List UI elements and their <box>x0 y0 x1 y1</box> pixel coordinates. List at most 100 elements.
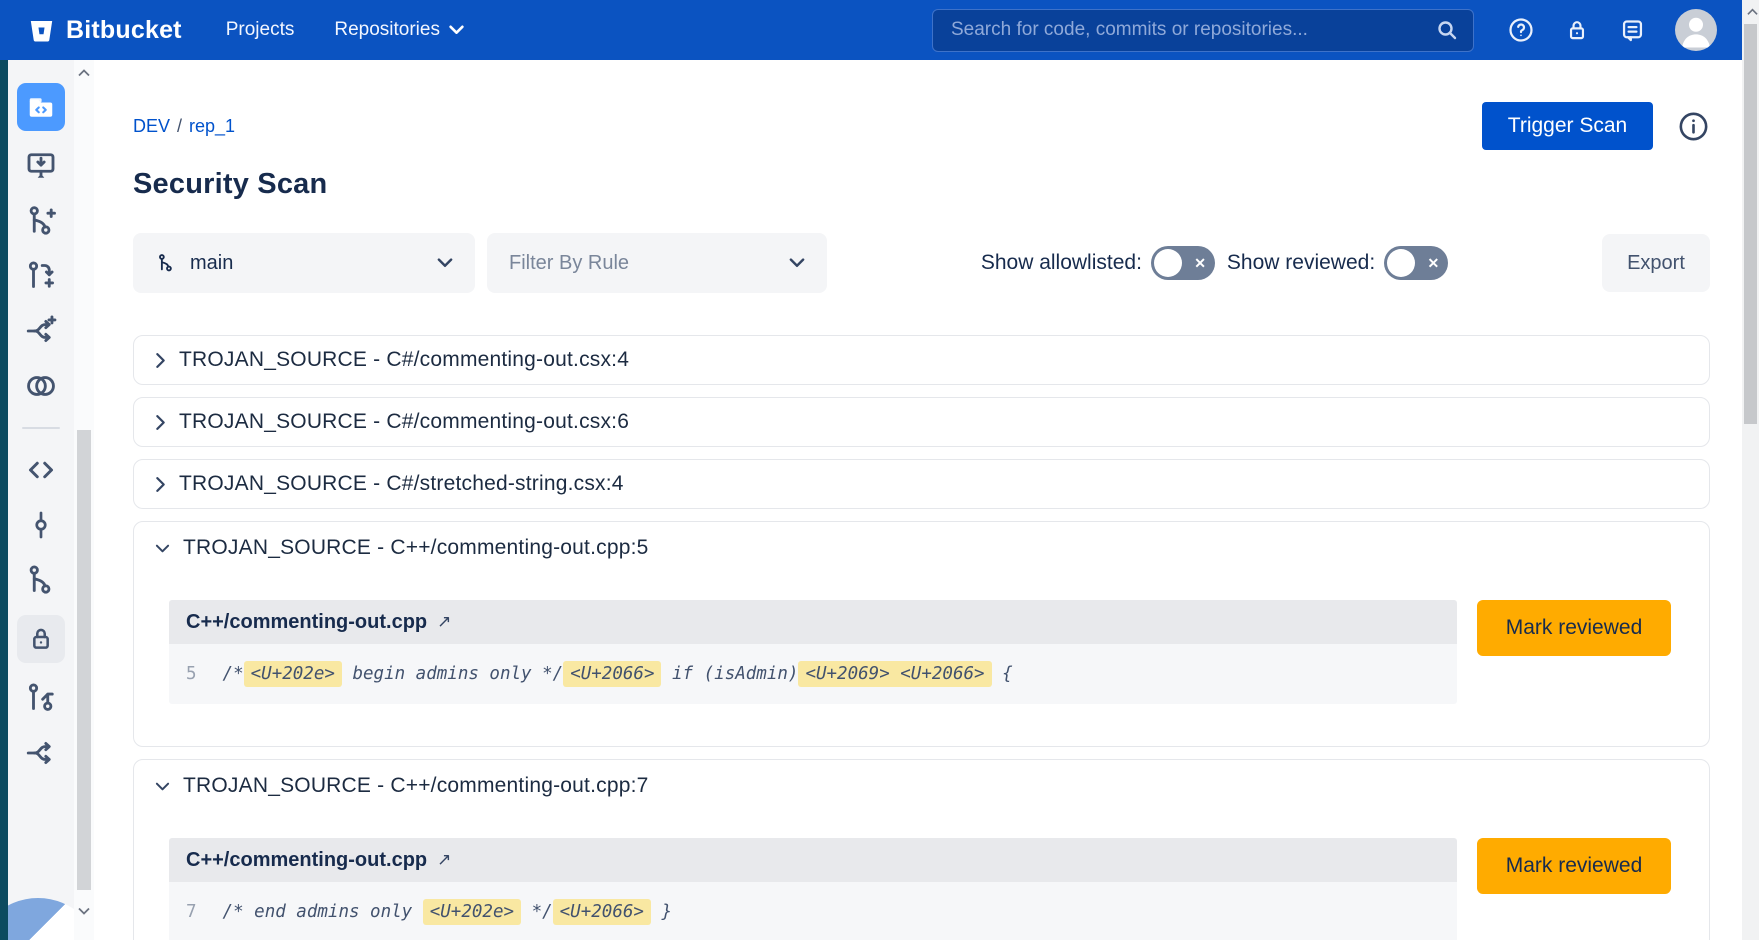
chevron-right-icon <box>155 352 166 369</box>
breadcrumb-separator: / <box>177 116 182 136</box>
code-text: /* <box>223 664 244 684</box>
toggle-knob <box>1154 249 1182 277</box>
code-text: { <box>992 664 1013 684</box>
unicode-token-highlight: <U+2066> <box>563 661 661 687</box>
sidebar-item-clone[interactable] <box>21 146 61 186</box>
finding-row: TROJAN_SOURCE - C#/stretched-string.csx:… <box>133 459 1710 509</box>
main-content: DEV/rep_1 Trigger Scan Security Scan mai… <box>94 60 1742 940</box>
branches-icon <box>23 562 59 598</box>
breadcrumb-repo-link[interactable]: rep_1 <box>189 116 235 136</box>
file-bar: C++/commenting-out.cpp ↗ <box>169 838 1457 882</box>
finding-title: TROJAN_SOURCE - C++/commenting-out.cpp:7 <box>183 774 649 798</box>
user-avatar[interactable] <box>1675 9 1717 51</box>
file-name: C++/commenting-out.cpp <box>186 611 427 634</box>
branch-select[interactable]: main <box>133 233 475 293</box>
chevron-down-icon <box>155 543 170 554</box>
finding-row-expanded: TROJAN_SOURCE - C++/commenting-out.cpp:7… <box>133 759 1710 940</box>
finding-header[interactable]: TROJAN_SOURCE - C#/stretched-string.csx:… <box>134 460 1709 508</box>
sidebar-item-pull-requests[interactable] <box>21 678 61 718</box>
source-code-icon <box>23 452 59 488</box>
sidebar-scrollbar[interactable] <box>74 60 94 940</box>
mark-reviewed-button[interactable]: Mark reviewed <box>1477 838 1671 894</box>
show-allowlisted-label: Show allowlisted: <box>981 251 1142 275</box>
rule-filter-select[interactable]: Filter By Rule <box>487 233 827 293</box>
branch-icon <box>155 252 177 274</box>
commits-icon <box>24 508 58 542</box>
file-link[interactable]: C++/commenting-out.cpp ↗ <box>186 611 451 634</box>
code-line-row: 5 /*<U+202e> begin admins only */<U+2066… <box>169 644 1457 704</box>
mark-reviewed-button[interactable]: Mark reviewed <box>1477 600 1671 656</box>
watermark-circle <box>8 898 74 940</box>
finding-header[interactable]: TROJAN_SOURCE - C++/commenting-out.cpp:7 <box>134 760 1709 812</box>
info-icon[interactable] <box>1677 110 1710 143</box>
nav-repositories[interactable]: Repositories <box>334 19 464 41</box>
toggle-knob <box>1387 249 1415 277</box>
unicode-token-highlight: <U+202e> <box>244 661 342 687</box>
code-content: /*<U+202e> begin admins only */<U+2066> … <box>223 664 1013 684</box>
sidebar-item-create-fork[interactable] <box>21 311 61 351</box>
chevron-down-icon <box>155 781 170 792</box>
code-text: begin admins only */ <box>342 664 563 684</box>
sidebar-item-source-code[interactable] <box>21 450 61 490</box>
code-panel: C++/commenting-out.cpp ↗ 5 /*<U+202e> be… <box>169 600 1457 704</box>
code-panel: C++/commenting-out.cpp ↗ 7 /* end admins… <box>169 838 1457 940</box>
line-number: 7 <box>186 902 197 922</box>
scroll-down-icon[interactable] <box>77 904 91 918</box>
security-lock-icon <box>25 623 57 655</box>
export-button[interactable]: Export <box>1602 234 1710 292</box>
sidebar-item-security-scan[interactable] <box>17 615 65 663</box>
filter-bar: main Filter By Rule Show allowlisted: ✕ … <box>133 233 1710 293</box>
finding-row: TROJAN_SOURCE - C#/commenting-out.csx:6 <box>133 397 1710 447</box>
show-allowlisted-toggle[interactable]: ✕ <box>1151 246 1215 280</box>
sidebar-item-commits[interactable] <box>21 505 61 545</box>
sidebar-item-create-branch[interactable] <box>21 201 61 241</box>
code-line-row: 7 /* end admins only <U+202e> */<U+2066>… <box>169 882 1457 940</box>
code-text: } <box>651 902 672 922</box>
sidebar-item-forks[interactable] <box>21 733 61 773</box>
branch-select-value: main <box>190 252 233 275</box>
toggle-off-icon: ✕ <box>1427 255 1439 272</box>
finding-header[interactable]: TROJAN_SOURCE - C++/commenting-out.cpp:5 <box>134 522 1709 574</box>
sidebar-scrollbar-thumb[interactable] <box>77 430 91 890</box>
bitbucket-home-link[interactable]: Bitbucket <box>28 16 182 45</box>
file-link[interactable]: C++/commenting-out.cpp ↗ <box>186 849 451 872</box>
help-icon[interactable] <box>1507 16 1535 44</box>
unicode-token-highlight: <U+2069> <U+2066> <box>798 661 991 687</box>
trigger-scan-button[interactable]: Trigger Scan <box>1482 102 1653 150</box>
forks-icon <box>23 735 59 771</box>
compare-icon <box>23 368 59 404</box>
search-icon[interactable] <box>1435 18 1459 42</box>
search-input[interactable] <box>951 19 1435 41</box>
search-box[interactable] <box>932 9 1474 52</box>
finding-header[interactable]: TROJAN_SOURCE - C#/commenting-out.csx:4 <box>134 336 1709 384</box>
top-nav: Bitbucket Projects Repositories <box>0 0 1759 60</box>
scroll-up-icon[interactable] <box>77 66 91 80</box>
page-scrollbar-thumb[interactable] <box>1744 24 1757 424</box>
chevron-right-icon <box>155 414 166 431</box>
sidebar-item-branches[interactable] <box>21 560 61 600</box>
chevron-down-icon <box>449 25 464 35</box>
sidebar-item-create-pull-request[interactable] <box>21 256 61 296</box>
code-content: /* end admins only <U+202e> */<U+2066> } <box>223 902 672 922</box>
sidebar-item-compare[interactable] <box>21 366 61 406</box>
sidebar-item-source-folder[interactable] <box>17 83 65 131</box>
window-edge-strip <box>0 60 8 940</box>
lock-icon[interactable] <box>1564 17 1590 43</box>
chevron-down-icon <box>789 258 805 268</box>
create-fork-icon <box>23 313 59 349</box>
breadcrumb-project-link[interactable]: DEV <box>133 116 170 136</box>
page-scrollbar[interactable] <box>1742 0 1759 940</box>
show-reviewed-label: Show reviewed: <box>1227 251 1375 275</box>
nav-projects[interactable]: Projects <box>226 19 295 41</box>
code-text: if (isAdmin) <box>661 664 798 684</box>
file-bar: C++/commenting-out.cpp ↗ <box>169 600 1457 644</box>
finding-title: TROJAN_SOURCE - C++/commenting-out.cpp:5 <box>183 536 649 560</box>
finding-header[interactable]: TROJAN_SOURCE - C#/commenting-out.csx:6 <box>134 398 1709 446</box>
show-reviewed-toggle[interactable]: ✕ <box>1384 246 1448 280</box>
left-sidebar <box>8 60 74 940</box>
chevron-right-icon <box>155 476 166 493</box>
chevron-down-icon <box>437 258 453 268</box>
changelog-icon[interactable] <box>1619 17 1646 44</box>
toggle-off-icon: ✕ <box>1194 255 1206 272</box>
scroll-up-icon[interactable] <box>1745 5 1759 19</box>
